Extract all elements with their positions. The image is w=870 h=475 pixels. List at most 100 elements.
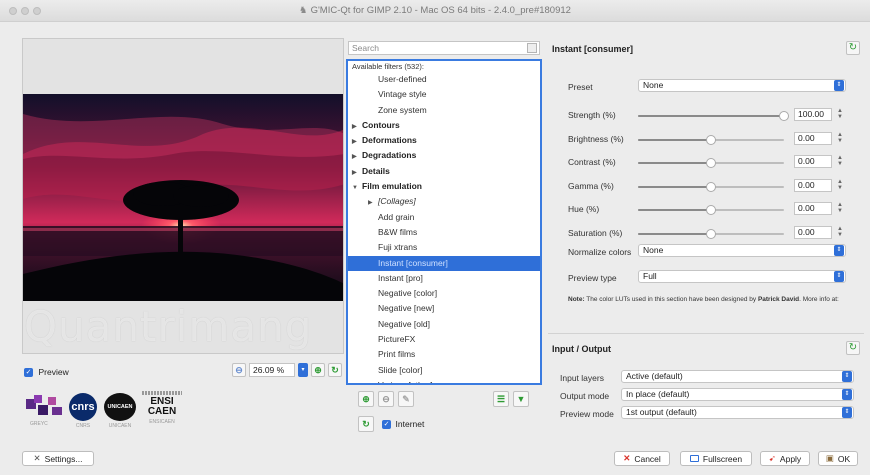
slider-value-field[interactable]: 0.00 — [794, 178, 832, 192]
input-layers-label: Input layers — [560, 373, 604, 383]
unicaen-mark: UNICAEN — [104, 393, 136, 421]
filter-label: [Collages] — [378, 196, 416, 207]
ok-button[interactable]: ▣ OK — [818, 451, 858, 466]
search-placeholder: Search — [352, 43, 379, 53]
slider-value-field[interactable]: 100.00 — [794, 108, 832, 121]
chevron-down-icon[interactable]: ▼ — [352, 181, 362, 196]
slider-handle[interactable] — [706, 228, 716, 239]
filter-category[interactable]: ▶ Contours — [348, 118, 540, 133]
filter-label: Degradations — [362, 150, 417, 161]
slider-handle[interactable] — [706, 158, 716, 168]
filter-item[interactable]: Instant [consumer] — [348, 255, 540, 271]
reset-params-button[interactable]: ↻ — [846, 41, 860, 55]
stepper-icon[interactable]: ▲ ▼ — [836, 155, 844, 168]
ensicaen-text: ENSICAEN — [149, 419, 175, 425]
filter-item[interactable]: Zone system — [348, 103, 540, 118]
filter-item[interactable]: Fuji xtrans — [348, 240, 540, 255]
stepper-icon[interactable]: ▲ ▼ — [836, 108, 844, 121]
slider-handle[interactable] — [706, 134, 716, 145]
gmic-app-icon: ♞ — [299, 5, 308, 16]
chevron-updown-icon: ⇕ — [842, 371, 852, 382]
output-mode-select[interactable]: In place (default) ⇕ — [621, 388, 854, 401]
input-layers-select[interactable]: Active (default) ⇕ — [621, 370, 854, 383]
preview-toggle[interactable]: ✓ Preview — [24, 367, 69, 378]
cancel-button[interactable]: ✕ Cancel — [614, 451, 670, 466]
filter-item[interactable]: Add grain — [348, 210, 540, 225]
internet-checkbox[interactable]: ✓ — [382, 420, 391, 430]
io-reset-button[interactable]: ↻ — [846, 341, 860, 355]
filter-item[interactable]: Slide [color] — [348, 363, 540, 378]
filters-tree[interactable]: Available filters (532): User-defined Vin… — [346, 59, 542, 385]
filter-label: User-defined — [378, 74, 427, 84]
filter-category[interactable]: ▶ Details — [348, 164, 540, 179]
preset-select[interactable]: None ⇕ — [638, 79, 846, 92]
slider-track[interactable] — [638, 111, 789, 121]
slider-track[interactable] — [638, 181, 784, 192]
slider-handle[interactable] — [779, 111, 789, 121]
stepper-icon[interactable]: ▲ ▼ — [836, 179, 844, 192]
filter-item[interactable]: ▶ [Collages] — [348, 194, 540, 209]
chevron-updown-icon: ⇕ — [834, 271, 844, 282]
slider-track[interactable] — [638, 205, 784, 215]
zoom-in-button[interactable]: ⊕ — [311, 363, 325, 377]
list-view-button[interactable]: ☰ — [493, 391, 509, 407]
slider-handle[interactable] — [706, 181, 716, 192]
filters-list: User-defined Vintage style Zone system ▶ Con… — [348, 72, 540, 383]
unicaen-text: UNICAEN — [108, 423, 132, 429]
slider-value-field[interactable]: 0.00 — [794, 202, 832, 215]
preview-type-label: Preview type — [568, 273, 617, 283]
filter-item[interactable]: Negative [new] — [348, 301, 540, 316]
filter-item[interactable]: Print films — [348, 347, 540, 362]
slider-value-field[interactable]: 0.00 — [794, 131, 832, 145]
zoom-reset-button[interactable]: ↻ — [328, 363, 342, 377]
slider-track[interactable] — [638, 228, 784, 239]
zoom-dropdown-arrow[interactable]: ▾ — [298, 363, 308, 377]
filter-item[interactable]: B&W films — [348, 225, 540, 240]
slider-track[interactable] — [638, 158, 784, 168]
slider-fill — [638, 115, 784, 117]
filter-item[interactable]: User-defined — [348, 72, 540, 87]
preview-checkbox[interactable]: ✓ — [24, 368, 33, 378]
add-favorite-button[interactable]: ⊕ — [358, 391, 374, 407]
slider-value-field[interactable]: 0.00 — [794, 155, 832, 168]
slider-handle[interactable] — [706, 205, 716, 215]
add-favorite-icon: ⊕ — [362, 393, 370, 404]
stepper-icon[interactable]: ▲ ▼ — [836, 226, 844, 239]
preview-type-select[interactable]: Full ⇕ — [638, 270, 846, 283]
filter-item[interactable]: Various [other] — [348, 378, 540, 383]
stepper-icon[interactable]: ▲ ▼ — [836, 202, 844, 215]
filter-item[interactable]: PictureFX — [348, 332, 540, 347]
cnrs-mark: cnrs — [69, 393, 97, 421]
filter-item[interactable]: Instant [pro] — [348, 271, 540, 286]
preset-value: None — [643, 80, 664, 90]
stepper-icon[interactable]: ▲ ▼ — [836, 132, 844, 145]
zoom-field[interactable]: 26.09 % — [249, 363, 295, 377]
internet-toggle[interactable]: ✓ Internet — [382, 419, 424, 430]
preview-mode-select[interactable]: 1st output (default) ⇕ — [621, 406, 854, 419]
settings-button[interactable]: ✕ Settings... — [22, 451, 94, 466]
slider-track[interactable] — [638, 134, 784, 145]
filter-label: PictureFX — [378, 334, 416, 345]
filter-category[interactable]: ▶ Deformations — [348, 133, 540, 148]
filter-label: Negative [new] — [378, 303, 435, 314]
fullscreen-button[interactable]: Fullscreen — [680, 451, 752, 466]
rename-favorite-button[interactable]: ✎ — [398, 391, 414, 407]
filter-category[interactable]: ▼ Film emulation — [348, 179, 540, 194]
normalize-select[interactable]: None ⇕ — [638, 244, 846, 257]
filter-item[interactable]: Negative [old] — [348, 317, 540, 332]
filter-item[interactable]: Negative [color] — [348, 286, 540, 301]
slider-value-field[interactable]: 0.00 — [794, 225, 832, 239]
filter-label: Details — [362, 165, 390, 176]
preset-label: Preset — [568, 82, 593, 92]
search-icon[interactable] — [527, 43, 537, 53]
remove-favorite-button[interactable]: ⊖ — [378, 391, 394, 407]
filter-item[interactable]: Vintage style — [348, 87, 540, 102]
expand-button[interactable]: ▼ — [513, 391, 529, 407]
chevron-right-icon[interactable]: ▶ — [368, 196, 378, 211]
filter-category[interactable]: ▶ Degradations — [348, 148, 540, 163]
output-mode-label: Output mode — [560, 391, 610, 401]
apply-button[interactable]: ➹ Apply — [760, 451, 810, 466]
search-input[interactable]: Search — [348, 41, 540, 55]
zoom-out-button[interactable]: ⊖ — [232, 363, 246, 377]
update-filters-button[interactable]: ↻ — [358, 416, 374, 432]
